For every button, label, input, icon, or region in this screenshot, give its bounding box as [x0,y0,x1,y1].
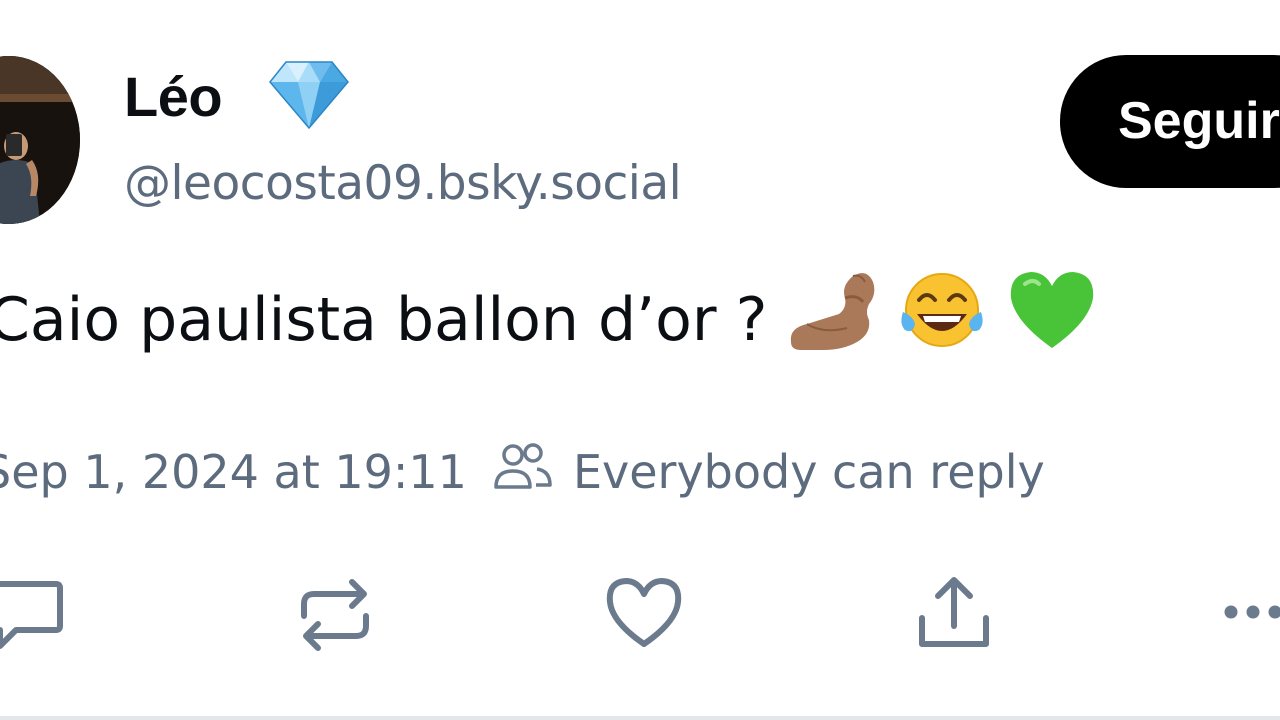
post-body: Caio paulista ballon d’or ? [0,285,768,355]
more-dots-icon[interactable] [1222,600,1280,628]
user-handle[interactable]: @leocosta09.bsky.social [124,154,682,214]
people-icon [493,441,553,504]
post-timestamp[interactable]: Sep 1, 2024 at 19:11 [0,445,467,499]
heart-icon[interactable] [604,576,684,656]
post-text: Caio paulista ballon d’or ? [0,272,1097,360]
pinched-fingers-icon [787,268,877,372]
green-heart-icon [1007,268,1097,372]
display-name[interactable]: Léo [124,64,223,130]
reply-bubble-icon[interactable] [0,576,66,658]
divider [0,716,1280,720]
share-icon[interactable] [916,574,992,656]
repost-icon[interactable] [298,576,372,658]
avatar[interactable] [0,56,80,224]
gem-icon [268,58,350,130]
follow-button[interactable]: Seguir [1060,55,1280,188]
tears-of-joy-icon [897,268,987,372]
post-meta: Sep 1, 2024 at 19:11 Everybody can reply [0,440,1045,504]
reply-setting[interactable]: Everybody can reply [573,445,1045,499]
